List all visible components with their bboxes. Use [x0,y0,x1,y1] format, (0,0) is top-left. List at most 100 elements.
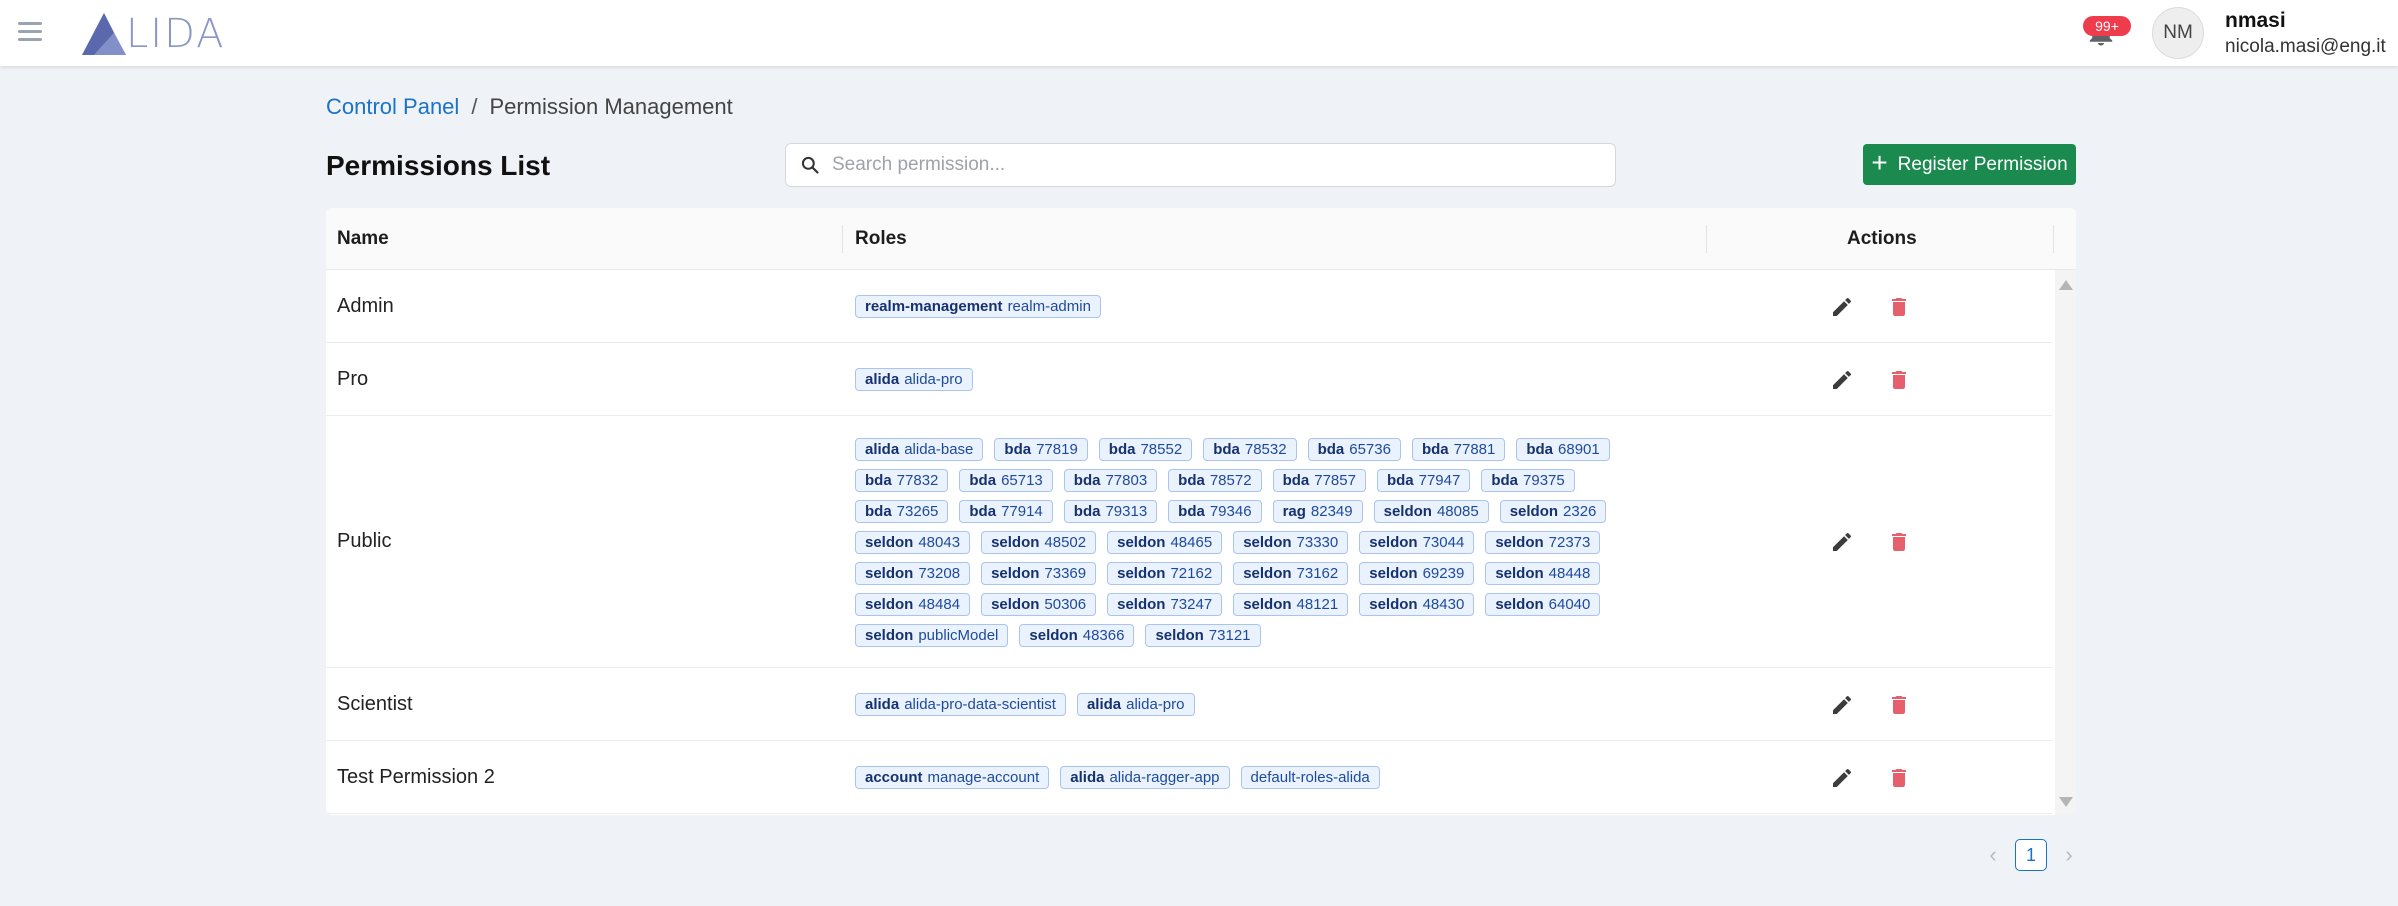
delete-trash-icon[interactable] [1887,766,1911,790]
edit-pencil-icon[interactable] [1830,766,1854,790]
register-permission-button[interactable]: + Register Permission [1863,144,2076,185]
role-client: bda [1421,440,1449,458]
app-logo[interactable]: LIDA [80,10,226,58]
role-name: alida-base [904,440,974,458]
role-client: bda [865,502,892,520]
role-client: seldon [991,533,1040,551]
role-client: rag [1282,502,1306,520]
permission-name: Scientist [337,692,413,715]
delete-trash-icon[interactable] [1887,530,1911,554]
role-client: bda [1386,471,1414,489]
role-tag: seldon 64040 [1485,592,1601,616]
role-name: 2326 [1563,502,1597,520]
column-header-name: Name [337,228,389,249]
table-row: Public alida alida-base bda 77819 bda 78552 bda… [326,416,2052,668]
scroll-up-arrow-icon[interactable] [2059,280,2073,290]
role-name: 72373 [1548,533,1591,551]
role-name: publicModel [918,626,999,644]
edit-pencil-icon[interactable] [1830,530,1854,554]
role-name: alida-pro [904,371,963,388]
role-tag: seldon 73208 [855,561,971,585]
delete-trash-icon[interactable] [1887,295,1911,319]
role-tag: bda 77881 [1411,437,1506,461]
role-client: alida [865,440,900,458]
role-client: bda [1178,502,1205,520]
role-client: bda [1073,502,1101,520]
role-name: 72162 [1170,564,1213,582]
role-client: bda [1073,471,1101,489]
delete-trash-icon[interactable] [1887,693,1911,717]
role-name: 48366 [1082,626,1125,644]
role-tag: alida alida-pro [1076,693,1195,716]
role-tag: seldon 48448 [1485,561,1601,585]
edit-pencil-icon[interactable] [1830,295,1854,319]
role-name: 48121 [1296,595,1339,613]
search-input[interactable] [832,154,1592,176]
role-tag: alida alida-pro [855,368,973,391]
role-client: alida [1070,769,1105,786]
role-name: default-roles-alida [1250,769,1370,786]
user-email: nicola.masi@eng.it [2225,36,2386,57]
role-tag: bda 78552 [1098,437,1193,461]
next-page-icon[interactable]: › [2061,842,2077,868]
role-name: 77857 [1314,471,1356,489]
roles-cell: account manage-account alida alida-ragger-a… [855,766,1615,789]
role-name: 77947 [1418,471,1461,489]
edit-pencil-icon[interactable] [1830,368,1854,392]
breadcrumb-control-panel[interactable]: Control Panel [326,94,459,120]
role-name: 48043 [918,533,961,551]
role-tag: seldon 48465 [1107,530,1223,554]
role-client: seldon [1155,626,1204,644]
column-divider [1706,225,1707,253]
role-tag: seldon 73369 [981,561,1097,585]
role-client: seldon [865,626,914,644]
role-tag: bda 65713 [959,468,1053,492]
table-scrollbar[interactable] [2055,270,2076,815]
role-tag: bda 77914 [959,499,1053,523]
menu-icon[interactable] [18,22,42,42]
role-name: 73208 [918,564,961,582]
role-name: 77881 [1453,440,1496,458]
role-client: realm-management [865,298,1003,315]
row-actions [1830,766,1911,790]
role-tag: bda 77832 [855,468,949,492]
search-box[interactable] [785,143,1616,187]
avatar[interactable]: NM [2152,7,2204,59]
role-name: 64040 [1548,595,1591,613]
role-client: seldon [1243,533,1292,551]
prev-page-icon[interactable]: ‹ [1985,842,2001,868]
role-client: bda [1004,440,1032,458]
role-name: 73162 [1296,564,1339,582]
role-tag: seldon 48085 [1373,499,1489,523]
role-name: 65713 [1001,471,1043,489]
role-tag: bda 77803 [1063,468,1158,492]
role-tag: bda 78572 [1168,468,1262,492]
role-name: realm-admin [1007,298,1091,315]
permission-name: Public [337,530,392,552]
user-name[interactable]: nmasi [2225,9,2286,33]
page-number-button[interactable]: 1 [2015,839,2047,871]
logo-text: LIDA [126,11,226,57]
notifications-badge[interactable]: 99+ [2083,16,2131,36]
role-client: seldon [1509,502,1559,520]
role-tag: seldon 2326 [1499,499,1607,523]
role-name: 65736 [1349,440,1391,458]
role-name: 48448 [1548,564,1591,582]
role-name: 79313 [1105,502,1148,520]
role-client: bda [1526,440,1554,458]
role-client: bda [1282,471,1310,489]
row-actions [1830,295,1911,319]
role-name: 79375 [1523,471,1565,489]
column-divider [2053,225,2054,253]
role-name: 78552 [1140,440,1183,458]
table-row: Admin realm-management realm-admin [326,270,2052,343]
edit-pencil-icon[interactable] [1830,693,1854,717]
page-title: Permissions List [326,150,551,181]
role-tag: bda 77947 [1376,468,1471,492]
role-tag: seldon 73330 [1233,530,1349,554]
role-name: 48085 [1436,502,1479,520]
breadcrumb-separator: / [471,94,478,119]
delete-trash-icon[interactable] [1887,368,1911,392]
scroll-down-arrow-icon[interactable] [2059,797,2073,807]
role-client: seldon [865,533,914,551]
